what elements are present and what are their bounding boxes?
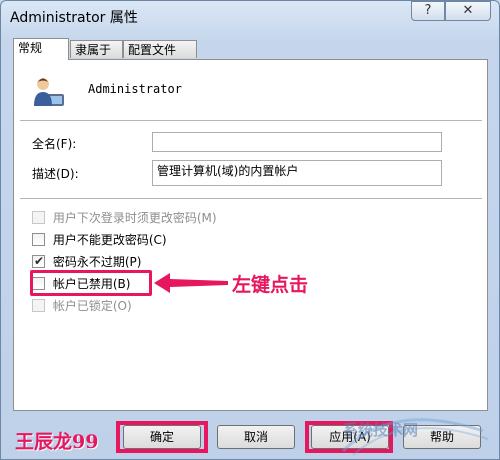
checkbox-label: 密码永不过期(P) bbox=[52, 255, 142, 269]
window-title: Administrator 属性 bbox=[10, 10, 138, 26]
annotation-highlight-box bbox=[30, 270, 152, 296]
checkbox-password-never-expires[interactable]: ✔ 密码永不过期(P) bbox=[32, 254, 141, 270]
checkbox-box bbox=[32, 211, 45, 224]
watermark-author: 王辰龙99 bbox=[15, 431, 99, 453]
ok-button[interactable]: 确定 bbox=[123, 425, 201, 449]
description-field[interactable]: 管理计算机(域)的内置帐户 bbox=[152, 160, 442, 186]
annotation-text: 左键点击 bbox=[232, 274, 309, 296]
checkbox-label: 用户不能更改密码(C) bbox=[52, 233, 167, 247]
checkbox-label: 用户下次登录时须更改密码(M) bbox=[52, 211, 217, 225]
checkbox-must-change-password: 用户下次登录时须更改密码(M) bbox=[32, 210, 217, 226]
checkbox-box bbox=[32, 299, 45, 312]
checkbox-box[interactable] bbox=[32, 233, 45, 246]
tab-member-of[interactable]: 隶属于 bbox=[70, 40, 123, 58]
help-button[interactable]: ? bbox=[411, 1, 445, 21]
divider bbox=[20, 198, 482, 199]
watermark-site: 系统技术网 bbox=[343, 421, 419, 439]
help-icon: ? bbox=[424, 3, 432, 18]
title-bar[interactable]: Administrator 属性 ? ✕ bbox=[1, 1, 499, 31]
user-account-icon bbox=[34, 78, 64, 106]
left-arrow-icon bbox=[154, 273, 228, 293]
tab-profile[interactable]: 配置文件 bbox=[123, 40, 197, 58]
checkbox-label: 帐户已锁定(O) bbox=[52, 299, 132, 313]
close-icon: ✕ bbox=[462, 3, 474, 18]
fullname-label: 全名(F): bbox=[32, 137, 77, 151]
tab-general[interactable]: 常规 bbox=[13, 38, 69, 60]
checkbox-cannot-change-password[interactable]: 用户不能更改密码(C) bbox=[32, 232, 167, 248]
checkbox-account-locked: 帐户已锁定(O) bbox=[32, 298, 132, 314]
properties-dialog: Administrator 属性 ? ✕ 常规 隶属于 配置文件 Adminis… bbox=[0, 0, 500, 460]
divider bbox=[20, 120, 482, 121]
checkbox-box[interactable]: ✔ bbox=[32, 254, 45, 268]
username: Administrator bbox=[88, 82, 182, 96]
checkmark-icon: ✔ bbox=[34, 254, 45, 268]
fullname-field[interactable] bbox=[152, 132, 442, 152]
description-label: 描述(D): bbox=[32, 167, 79, 181]
close-button[interactable]: ✕ bbox=[445, 1, 491, 21]
cancel-button[interactable]: 取消 bbox=[217, 425, 295, 449]
general-panel: Administrator 全名(F): 描述(D): 管理计算机(域)的内置帐… bbox=[13, 59, 488, 411]
